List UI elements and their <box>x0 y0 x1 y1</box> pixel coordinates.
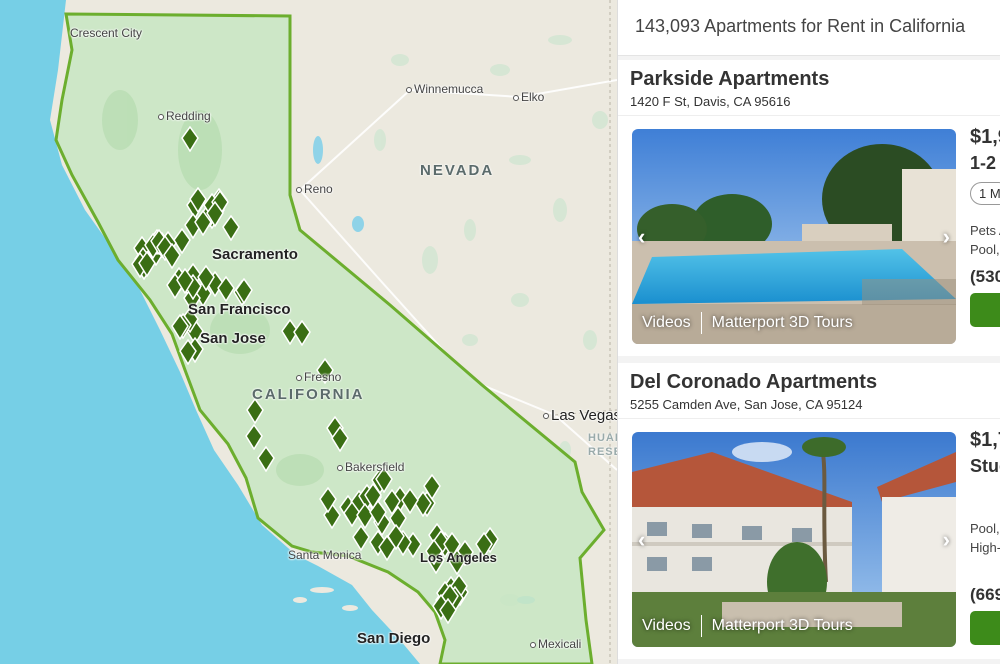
listing-card[interactable]: Parkside Apartments 1420 F St, Davis, CA… <box>618 60 1000 356</box>
map-view[interactable]: Crescent City Redding Reno Winnemucca El… <box>0 0 617 664</box>
chevron-left-icon[interactable]: ‹ <box>638 527 645 553</box>
amenities-line-1: Pool, <box>970 521 1000 536</box>
city-san-diego: San Diego <box>357 630 431 647</box>
map-pin-icon[interactable] <box>364 482 383 510</box>
listing-photo[interactable]: ‹ › Videos Matterport 3D Tours <box>632 432 956 647</box>
map-pin-icon[interactable] <box>216 275 235 303</box>
city-san-jose: San Jose <box>200 330 266 347</box>
city-san-francisco: San Francisco <box>188 301 291 318</box>
listings-panel[interactable]: 143,093 Apartments for Rent in Californi… <box>617 0 1000 664</box>
city-crescent-city: Crescent City <box>70 26 143 40</box>
amenities-line-2: Pool, <box>970 242 1000 257</box>
amenities-line-1: Pets A <box>970 223 1000 238</box>
listing-price: $1,7 <box>970 429 1000 451</box>
listing-beds: Stud <box>970 456 1000 476</box>
listing-title[interactable]: Parkside Apartments <box>630 68 989 91</box>
listing-address: 1420 F St, Davis, CA 95616 <box>630 94 791 109</box>
map-pin-icon[interactable] <box>163 242 182 270</box>
amenities-line-2: High- <box>970 540 1000 555</box>
city-reno-label: Reno <box>304 182 333 196</box>
chevron-right-icon[interactable]: › <box>943 527 950 553</box>
listing-photo[interactable]: ‹ › Videos Matterport 3D Tours <box>632 129 956 344</box>
city-reno: Reno <box>296 182 333 196</box>
city-bakersfield-label: Bakersfield <box>345 460 405 474</box>
videos-tag[interactable]: Videos <box>642 314 691 332</box>
tag-divider <box>700 615 702 637</box>
listing-beds: 1-2 B <box>970 153 1000 173</box>
listing-phone[interactable]: (530 <box>970 267 1000 287</box>
map-pin-icon[interactable] <box>179 338 198 366</box>
map-pin-icon[interactable] <box>222 215 241 242</box>
city-redding: Redding <box>158 109 211 123</box>
map-pin-icon[interactable] <box>331 425 349 453</box>
city-bakersfield: Bakersfield <box>337 460 404 474</box>
region-reservation: RESE <box>588 446 617 458</box>
city-winnemucca: Winnemucca <box>406 82 483 96</box>
city-mexicali: Mexicali <box>530 637 581 651</box>
map-pin-icon[interactable] <box>378 534 396 562</box>
map-pin-icon[interactable] <box>181 125 199 153</box>
region-hualapai: HUALA <box>588 432 617 444</box>
city-elko: Elko <box>513 90 544 104</box>
contact-button[interactable] <box>970 611 1000 645</box>
map-pin-icon[interactable] <box>257 445 275 473</box>
chevron-left-icon[interactable]: ‹ <box>638 224 645 250</box>
map-pin-icon[interactable] <box>438 598 457 625</box>
results-count: 143,093 Apartments for Rent in Californi… <box>618 0 1000 56</box>
listing-price: $1,9 <box>970 126 1000 148</box>
map-pin-icon[interactable] <box>196 264 215 292</box>
listing-address: 5255 Camden Ave, San Jose, CA 95124 <box>630 397 863 412</box>
media-tags: Videos Matterport 3D Tours <box>642 312 853 334</box>
city-las-vegas: Las Vegas <box>543 407 617 424</box>
map-pin-icon[interactable] <box>318 487 337 514</box>
listing-title[interactable]: Del Coronado Apartments <box>630 371 989 394</box>
tours-tag[interactable]: Matterport 3D Tours <box>712 617 853 635</box>
city-redding-label: Redding <box>166 109 211 123</box>
listing-details: $1,9 1-2 B 1 M Pets A Pool, (530 <box>970 126 1000 327</box>
city-elko-label: Elko <box>521 90 545 104</box>
listing-header[interactable]: Del Coronado Apartments 5255 Camden Ave,… <box>618 363 1000 419</box>
city-fresno: Fresno <box>296 370 341 384</box>
city-fresno-label: Fresno <box>304 370 342 384</box>
city-mexicali-label: Mexicali <box>538 637 582 651</box>
media-tags: Videos Matterport 3D Tours <box>642 615 853 637</box>
city-sacramento: Sacramento <box>212 246 298 263</box>
map-pin-icon[interactable] <box>292 319 311 347</box>
special-chip[interactable]: 1 M <box>970 182 1000 205</box>
listing-phone[interactable]: (669 <box>970 585 1000 605</box>
videos-tag[interactable]: Videos <box>642 617 691 635</box>
city-santa-monica: Santa Monica <box>288 548 362 562</box>
chevron-right-icon[interactable]: › <box>943 224 950 250</box>
region-nevada: NEVADA <box>420 162 495 179</box>
listing-details: $1,7 Stud Pool, High- (669 <box>970 429 1000 645</box>
tours-tag[interactable]: Matterport 3D Tours <box>712 314 853 332</box>
contact-button[interactable] <box>970 293 1000 327</box>
map-pin-icon[interactable] <box>188 186 207 214</box>
map-pin-icon[interactable] <box>205 200 224 228</box>
tag-divider <box>700 312 702 334</box>
region-california: CALIFORNIA <box>252 386 365 403</box>
city-los-angeles: Los Angeles <box>420 550 497 565</box>
map-pin-icon[interactable] <box>175 267 194 295</box>
city-las-vegas-label: Las Vegas <box>551 407 617 424</box>
listing-card[interactable]: Del Coronado Apartments 5255 Camden Ave,… <box>618 363 1000 659</box>
listing-header[interactable]: Parkside Apartments 1420 F St, Davis, CA… <box>618 60 1000 116</box>
city-winnemucca-label: Winnemucca <box>414 82 484 96</box>
